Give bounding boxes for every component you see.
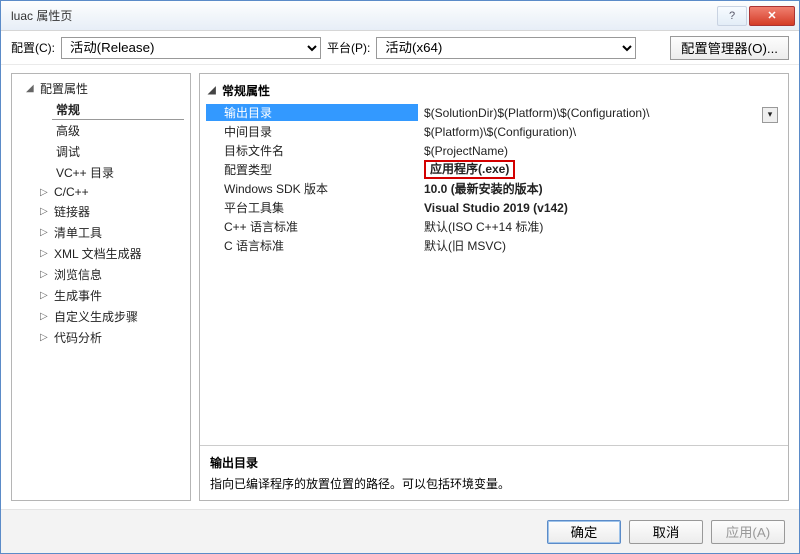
tree-item-buildevents[interactable]: ▷生成事件 [12,285,190,306]
tree-item-codeanalysis[interactable]: ▷代码分析 [12,327,190,348]
tree-item-xmldoc[interactable]: ▷XML 文档生成器 [12,243,190,264]
help-button[interactable]: ? [717,6,747,26]
prop-intermediate-dir[interactable]: 中间目录 $(Platform)\$(Configuration)\ [206,122,782,141]
property-group-header[interactable]: ◢ 常规属性 [206,80,782,103]
prop-output-dir[interactable]: 输出目录 $(SolutionDir)$(Platform)\$(Configu… [206,103,782,122]
tree-item-advanced[interactable]: 高级 [12,120,190,141]
ok-button[interactable]: 确定 [547,520,621,544]
tree-item-custombuild[interactable]: ▷自定义生成步骤 [12,306,190,327]
body: ◢ 配置属性 常规 高级 调试 VC++ 目录 ▷C/C++ ▷链接器 ▷清单工… [1,65,799,509]
chevron-down-icon: ◢ [208,85,218,96]
prop-winsdk[interactable]: Windows SDK 版本 10.0 (最新安装的版本) [206,179,782,198]
chevron-right-icon: ▷ [40,332,50,343]
prop-cpp-std[interactable]: C++ 语言标准 默认(ISO C++14 标准) [206,217,782,236]
footer: 确定 取消 应用(A) [1,509,799,553]
chevron-right-icon: ▷ [40,187,50,198]
description-text: 指向已编译程序的放置位置的路径。可以包括环境变量。 [210,475,778,492]
description-panel: 输出目录 指向已编译程序的放置位置的路径。可以包括环境变量。 [200,445,788,500]
cancel-button[interactable]: 取消 [629,520,703,544]
config-manager-button[interactable]: 配置管理器(O)... [670,36,789,60]
chevron-right-icon: ▷ [40,206,50,217]
dropdown-icon[interactable]: ▾ [762,107,778,123]
property-pages-window: luac 属性页 ? ✕ 配置(C): 活动(Release) 平台(P): 活… [0,0,800,554]
window-title: luac 属性页 [11,7,715,24]
apply-button[interactable]: 应用(A) [711,520,785,544]
chevron-right-icon: ▷ [40,269,50,280]
tree-root[interactable]: ◢ 配置属性 [12,78,190,99]
config-bar: 配置(C): 活动(Release) 平台(P): 活动(x64) 配置管理器(… [1,31,799,65]
tree-panel[interactable]: ◢ 配置属性 常规 高级 调试 VC++ 目录 ▷C/C++ ▷链接器 ▷清单工… [11,73,191,501]
prop-target-name[interactable]: 目标文件名 $(ProjectName) [206,141,782,160]
tree-item-vcdirs[interactable]: VC++ 目录 [12,162,190,183]
tree-item-browse[interactable]: ▷浏览信息 [12,264,190,285]
prop-toolset[interactable]: 平台工具集 Visual Studio 2019 (v142) [206,198,782,217]
chevron-right-icon: ▷ [40,290,50,301]
platform-select[interactable]: 活动(x64) [376,37,636,59]
close-button[interactable]: ✕ [749,6,795,26]
tree-item-manifest[interactable]: ▷清单工具 [12,222,190,243]
chevron-down-icon: ◢ [26,83,36,94]
prop-c-std[interactable]: C 语言标准 默认(旧 MSVC) [206,236,782,255]
tree-item-debug[interactable]: 调试 [12,141,190,162]
description-title: 输出目录 [210,454,778,471]
tree-item-ccpp[interactable]: ▷C/C++ [12,183,190,201]
prop-config-type[interactable]: 配置类型 应用程序(.exe) [206,160,782,179]
titlebar: luac 属性页 ? ✕ [1,1,799,31]
property-panel: ◢ 常规属性 输出目录 $(SolutionDir)$(Platform)\$(… [199,73,789,501]
tree-item-general[interactable]: 常规 [12,99,190,120]
tree-item-linker[interactable]: ▷链接器 [12,201,190,222]
chevron-right-icon: ▷ [40,248,50,259]
config-select[interactable]: 活动(Release) [61,37,321,59]
chevron-right-icon: ▷ [40,227,50,238]
config-label: 配置(C): [11,39,55,56]
platform-label: 平台(P): [327,39,370,56]
chevron-right-icon: ▷ [40,311,50,322]
property-list: ◢ 常规属性 输出目录 $(SolutionDir)$(Platform)\$(… [200,74,788,445]
